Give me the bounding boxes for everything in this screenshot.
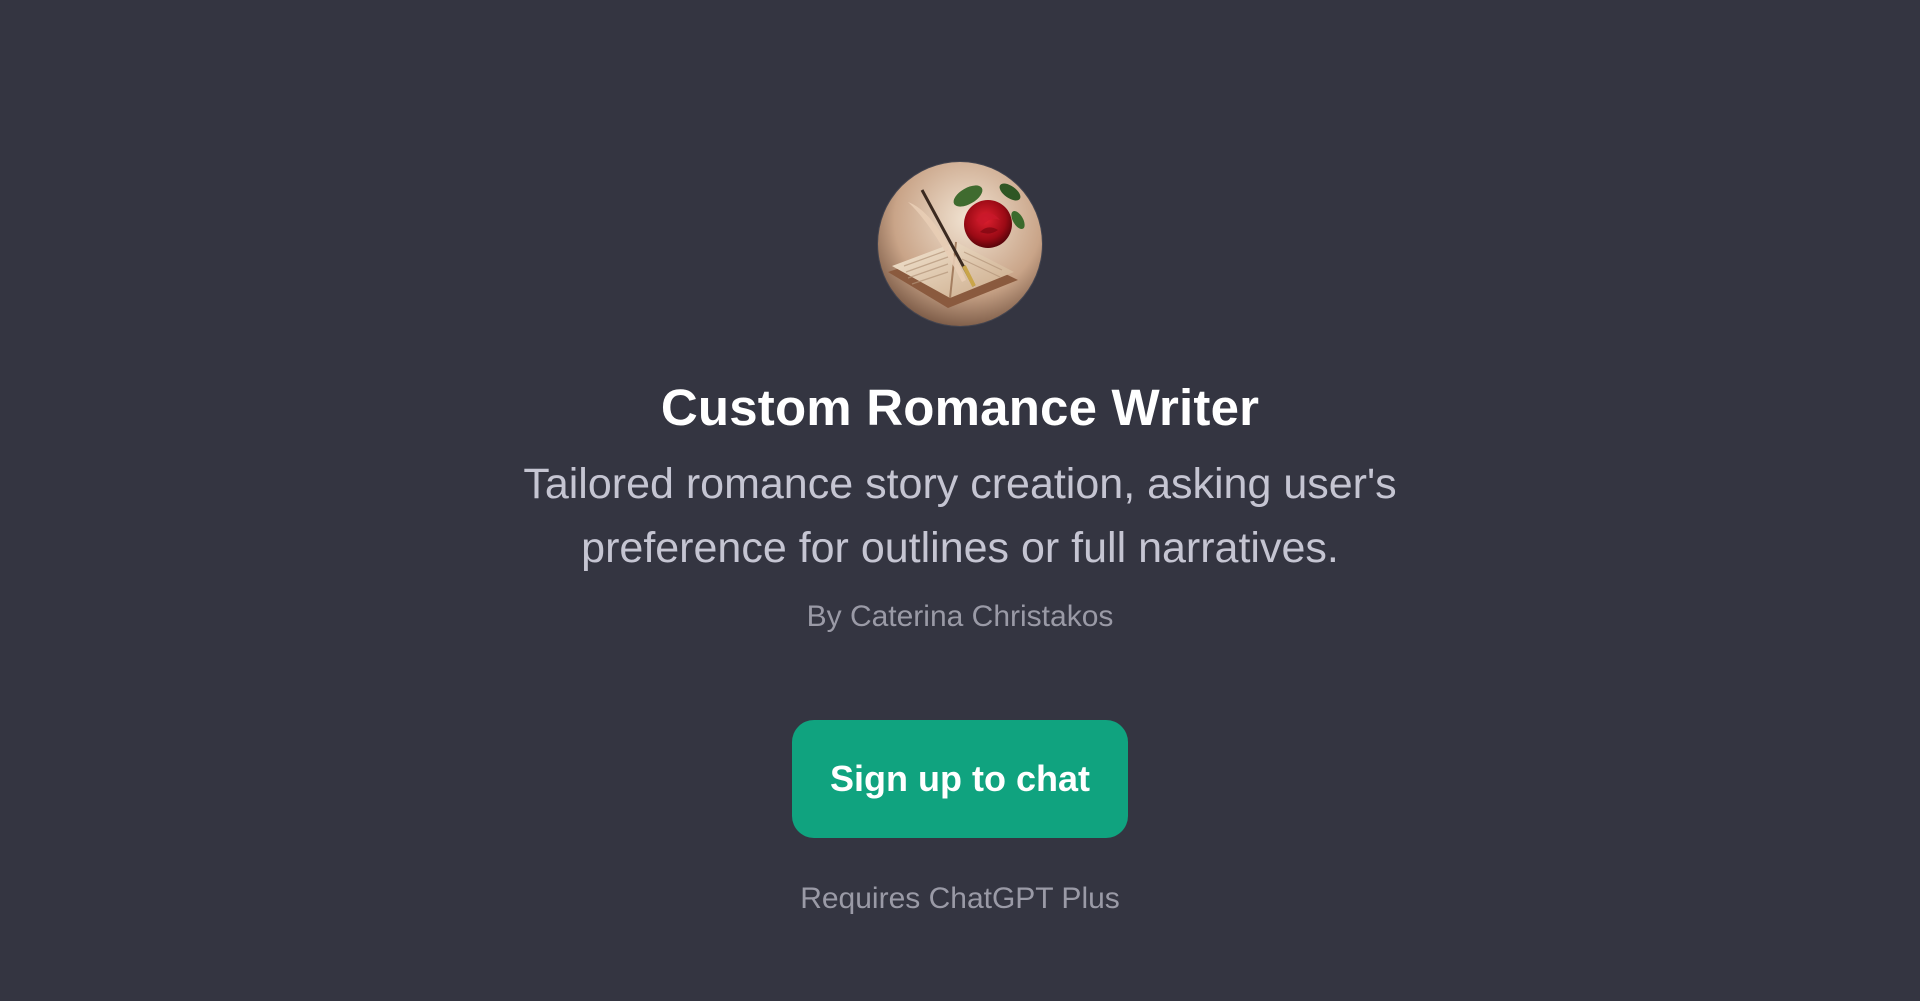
gpt-landing-page: Custom Romance Writer Tailored romance s…	[0, 0, 1920, 1001]
rose-and-quill-on-book-icon	[878, 162, 1042, 326]
gpt-title: Custom Romance Writer	[660, 379, 1260, 436]
sign-up-to-chat-button[interactable]: Sign up to chat	[792, 720, 1128, 839]
gpt-author: By Caterina Christakos	[806, 600, 1114, 634]
plan-requirement-text: Requires ChatGPT Plus	[800, 882, 1120, 916]
gpt-description: Tailored romance story creation, asking …	[523, 460, 1397, 573]
gpt-avatar	[878, 162, 1042, 326]
